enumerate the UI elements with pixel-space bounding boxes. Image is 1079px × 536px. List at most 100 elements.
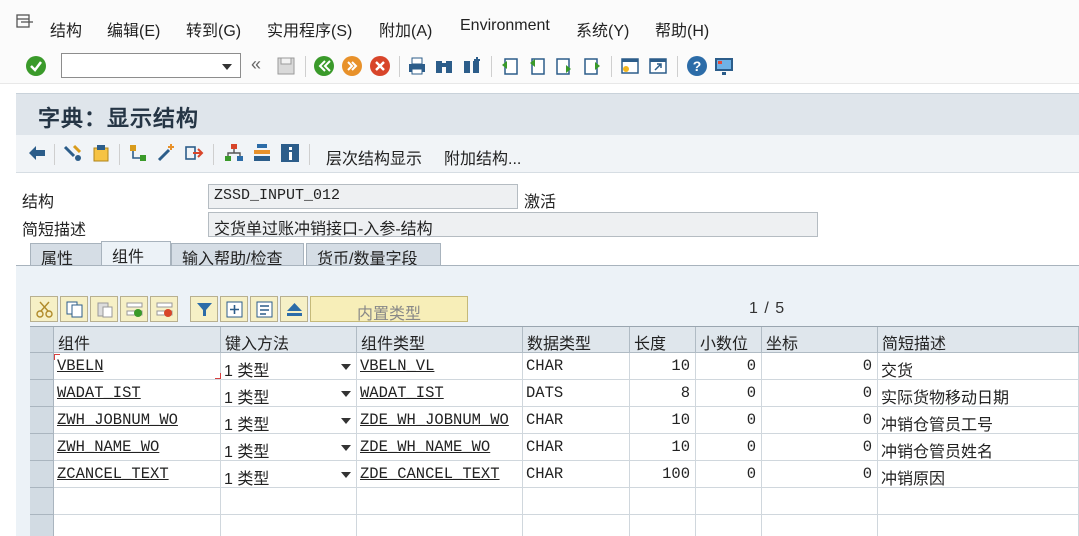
menu-goto[interactable]: 转到(G) xyxy=(186,17,241,41)
tab-input-help-check[interactable]: 输入帮助/检查 xyxy=(171,243,304,268)
new-session-icon[interactable] xyxy=(619,55,641,77)
hierarchy-icon[interactable] xyxy=(223,142,245,164)
table-cell-length[interactable]: 10 xyxy=(630,353,696,380)
select-all-header[interactable] xyxy=(30,327,54,353)
chevron-down-icon[interactable] xyxy=(341,391,351,397)
table-cell-comp-type[interactable]: VBELN_VL xyxy=(357,353,523,380)
column-header[interactable]: 长度 xyxy=(630,327,696,353)
next-page-icon[interactable] xyxy=(553,55,575,77)
table-cell-typing[interactable]: 1 类型 xyxy=(221,434,357,461)
chevron-down-icon[interactable] xyxy=(341,472,351,478)
details-button[interactable] xyxy=(250,296,278,322)
back-icon[interactable]: « xyxy=(251,54,261,75)
copy-row-button[interactable] xyxy=(60,296,88,322)
row-selector[interactable] xyxy=(30,515,54,536)
table-cell-desc[interactable]: 交货 xyxy=(878,353,1079,380)
table-cell-component[interactable]: WADAT_IST xyxy=(54,380,221,407)
activate-icon[interactable] xyxy=(90,142,112,164)
command-field[interactable] xyxy=(61,53,241,78)
command-input[interactable] xyxy=(62,54,212,76)
table-cell-data-type[interactable]: CHAR xyxy=(523,434,630,461)
menu-help[interactable]: 帮助(H) xyxy=(655,17,709,41)
magic-wand-icon[interactable] xyxy=(155,142,177,164)
back-green-icon[interactable] xyxy=(313,55,335,77)
column-header[interactable]: 小数位 xyxy=(696,327,762,353)
menu-structure[interactable]: 结构 xyxy=(50,17,82,41)
append-structure-button[interactable]: 附加结构... xyxy=(444,145,521,169)
table-cell-decimals[interactable]: 0 xyxy=(696,407,762,434)
table-cell-typing[interactable]: 1 类型 xyxy=(221,407,357,434)
row-selector[interactable] xyxy=(30,380,54,407)
table-cell-comp-type[interactable]: ZDE_CANCEL_TEXT xyxy=(357,461,523,488)
chevron-down-icon[interactable] xyxy=(341,445,351,451)
exit-icon[interactable] xyxy=(341,55,363,77)
filter-button[interactable] xyxy=(190,296,218,322)
table-cell-data-type[interactable]: CHAR xyxy=(523,353,630,380)
print-icon[interactable] xyxy=(406,55,428,77)
table-cell-length[interactable]: 10 xyxy=(630,407,696,434)
column-header[interactable]: 键入方法 xyxy=(221,327,357,353)
insert-row-button[interactable] xyxy=(120,296,148,322)
expand-button[interactable] xyxy=(220,296,248,322)
back-arrow-icon[interactable] xyxy=(26,142,48,164)
builtin-type-button[interactable]: 内置类型 xyxy=(310,296,468,323)
menu-environment[interactable]: Environment xyxy=(460,17,550,35)
find-next-icon[interactable] xyxy=(461,55,483,77)
menu-utilities[interactable]: 实用程序(S) xyxy=(267,17,352,41)
tab-attributes[interactable]: 属性 xyxy=(30,243,103,268)
first-page-icon[interactable] xyxy=(499,55,521,77)
other-object-icon[interactable] xyxy=(183,142,205,164)
row-selector[interactable] xyxy=(30,407,54,434)
table-cell-typing[interactable]: 1 类型 xyxy=(221,461,357,488)
row-selector[interactable] xyxy=(30,434,54,461)
table-cell-component[interactable]: ZWH_JOBNUM_WO xyxy=(54,407,221,434)
row-selector[interactable] xyxy=(30,353,54,380)
column-header[interactable]: 数据类型 xyxy=(523,327,630,353)
table-cell-component[interactable]: ZWH_NAME_WO xyxy=(54,434,221,461)
display-change-icon[interactable] xyxy=(62,142,84,164)
table-cell-decimals[interactable]: 0 xyxy=(696,353,762,380)
table-cell-coord[interactable]: 0 xyxy=(762,407,878,434)
table-cell-decimals[interactable]: 0 xyxy=(696,380,762,407)
paste-row-button[interactable] xyxy=(90,296,118,322)
column-header[interactable]: 简短描述 xyxy=(878,327,1079,353)
where-used-icon[interactable] xyxy=(127,142,149,164)
tab-components[interactable]: 组件 xyxy=(101,241,171,267)
table-cell-desc[interactable]: 冲销原因 xyxy=(878,461,1079,488)
table-cell-comp-type[interactable]: ZDE_WH_JOBNUM_WO xyxy=(357,407,523,434)
table-cell-desc[interactable]: 实际货物移动日期 xyxy=(878,380,1079,407)
table-cell-decimals[interactable]: 0 xyxy=(696,434,762,461)
table-cell-data-type[interactable]: CHAR xyxy=(523,461,630,488)
previous-page-icon[interactable] xyxy=(526,55,548,77)
find-icon[interactable] xyxy=(433,55,455,77)
delete-row-button[interactable] xyxy=(150,296,178,322)
table-cell-comp-type[interactable]: WADAT_IST xyxy=(357,380,523,407)
table-cell-desc[interactable]: 冲销仓管员姓名 xyxy=(878,434,1079,461)
table-cell-coord[interactable]: 0 xyxy=(762,434,878,461)
cancel-icon[interactable] xyxy=(369,55,391,77)
info-icon[interactable] xyxy=(279,142,301,164)
table-cell-typing[interactable]: 1 类型 xyxy=(221,380,357,407)
tab-currency-quantity[interactable]: 货币/数量字段 xyxy=(306,243,441,268)
enter-icon[interactable] xyxy=(25,55,47,77)
hierarchy-display-button[interactable]: 层次结构显示 xyxy=(326,145,422,169)
help-icon[interactable]: ? xyxy=(686,55,708,77)
table-cell-decimals[interactable]: 0 xyxy=(696,461,762,488)
table-cell-data-type[interactable]: CHAR xyxy=(523,407,630,434)
table-cell-desc[interactable]: 冲销仓管员工号 xyxy=(878,407,1079,434)
cut-row-button[interactable] xyxy=(30,296,58,322)
column-header[interactable]: 坐标 xyxy=(762,327,878,353)
table-cell-length[interactable]: 10 xyxy=(630,434,696,461)
collapse-button[interactable] xyxy=(280,296,308,322)
menu-edit[interactable]: 编辑(E) xyxy=(107,17,160,41)
chevron-down-icon[interactable] xyxy=(341,364,351,370)
shortcut-icon[interactable] xyxy=(647,55,669,77)
menu-icon[interactable] xyxy=(15,12,35,32)
chevron-down-icon[interactable] xyxy=(222,64,232,70)
column-header[interactable]: 组件 xyxy=(54,327,221,353)
column-header[interactable]: 组件类型 xyxy=(357,327,523,353)
table-cell-coord[interactable]: 0 xyxy=(762,380,878,407)
table-cell-length[interactable]: 8 xyxy=(630,380,696,407)
table-cell-component[interactable]: ZCANCEL_TEXT xyxy=(54,461,221,488)
table-cell-data-type[interactable]: DATS xyxy=(523,380,630,407)
